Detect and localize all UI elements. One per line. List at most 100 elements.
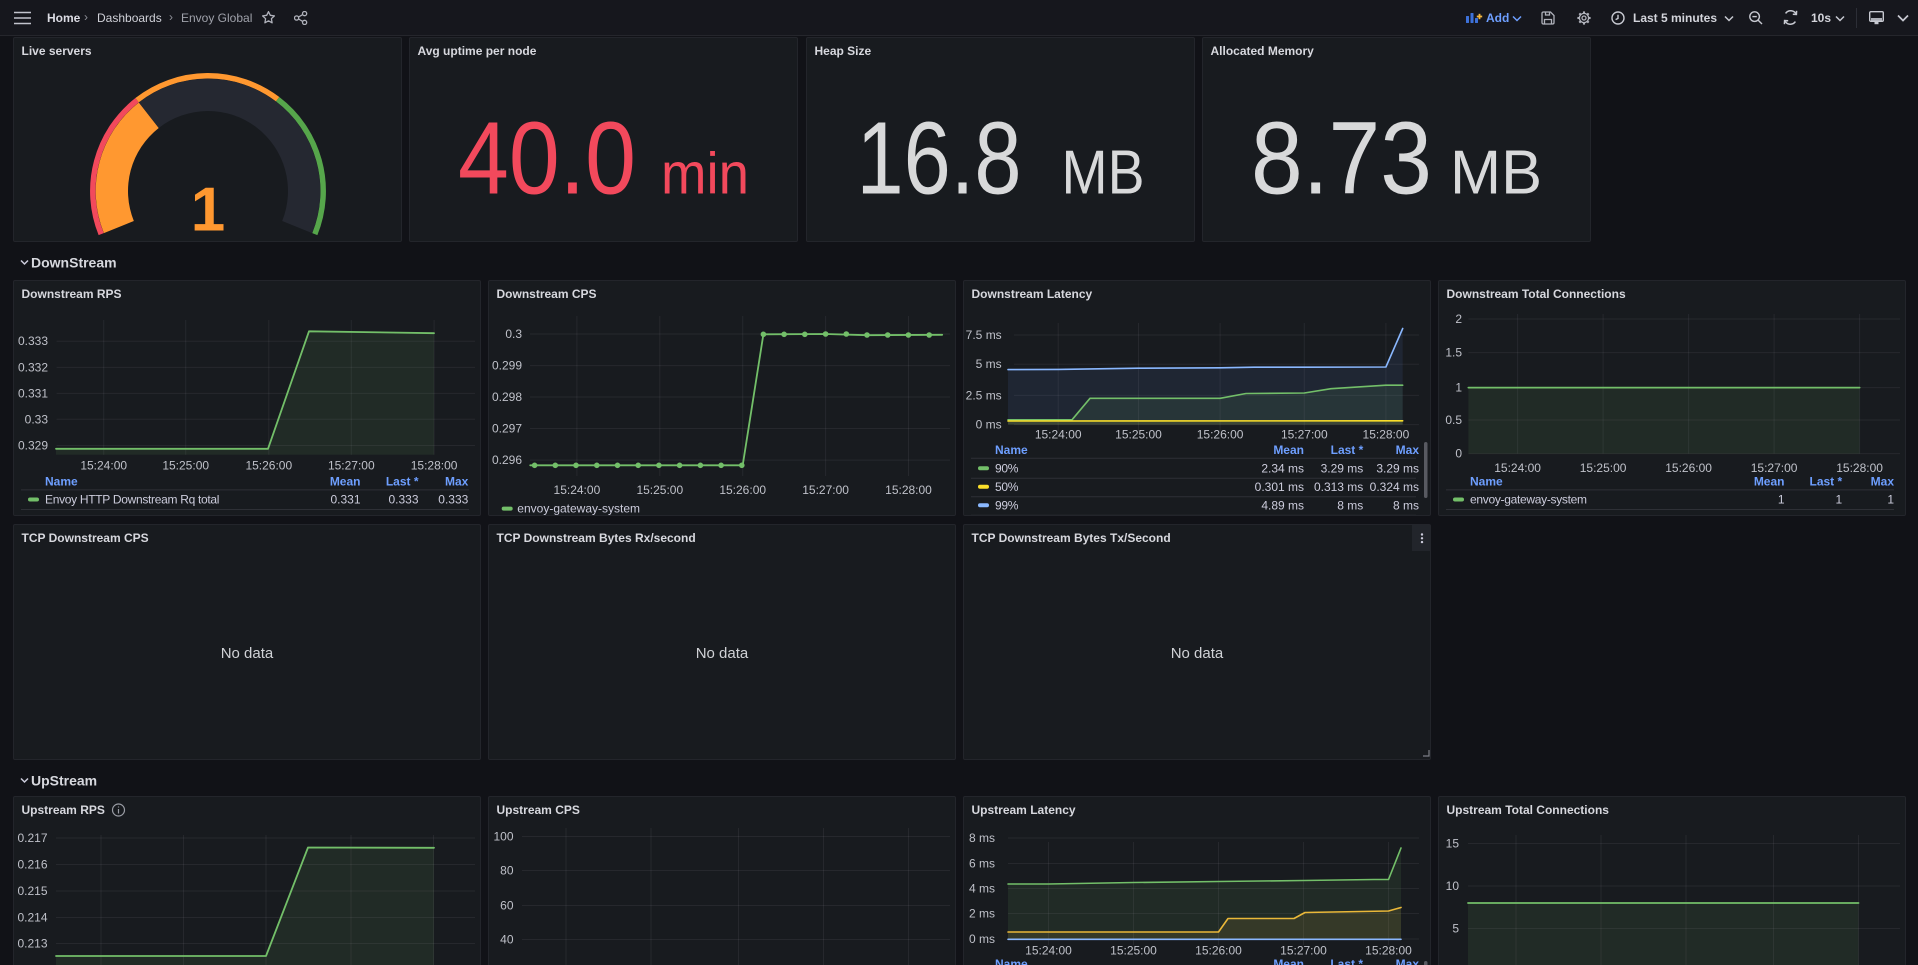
- svg-text:40: 40: [500, 933, 514, 947]
- svg-text:Max: Max: [445, 474, 469, 488]
- svg-text:15:27:00: 15:27:00: [1281, 428, 1328, 442]
- svg-text:0.213: 0.213: [17, 937, 47, 951]
- svg-text:0.301 ms: 0.301 ms: [1255, 480, 1304, 494]
- svg-text:15:27:00: 15:27:00: [802, 483, 849, 497]
- svg-text:0.332: 0.332: [18, 360, 48, 374]
- svg-text:15:24:00: 15:24:00: [1025, 944, 1072, 958]
- svg-text:1: 1: [1455, 381, 1462, 395]
- svg-text:4 ms: 4 ms: [969, 882, 995, 896]
- svg-text:16.8: 16.8: [857, 101, 1022, 216]
- svg-text:0.313 ms: 0.313 ms: [1314, 480, 1363, 494]
- svg-text:0 ms: 0 ms: [976, 418, 1002, 432]
- svg-text:0 ms: 0 ms: [969, 932, 995, 946]
- svg-text:15:24:00: 15:24:00: [80, 459, 127, 473]
- svg-text:envoy-gateway-system: envoy-gateway-system: [1470, 493, 1587, 507]
- svg-text:1.5: 1.5: [1445, 346, 1462, 360]
- svg-text:15:27:00: 15:27:00: [1280, 944, 1327, 958]
- svg-text:Upstream RPS: Upstream RPS: [22, 803, 105, 817]
- svg-text:0.329: 0.329: [18, 439, 48, 453]
- svg-text:Max: Max: [1396, 443, 1420, 457]
- svg-text:Downstream Total Connections: Downstream Total Connections: [1447, 287, 1626, 301]
- svg-text:8 ms: 8 ms: [1337, 498, 1363, 512]
- svg-text:DownStream: DownStream: [31, 255, 117, 271]
- svg-text:Downstream Latency: Downstream Latency: [972, 287, 1093, 301]
- svg-text:0.33: 0.33: [25, 412, 49, 426]
- svg-text:15:24:00: 15:24:00: [1494, 461, 1541, 475]
- svg-text:Allocated Memory: Allocated Memory: [1211, 44, 1315, 58]
- svg-text:80: 80: [500, 864, 514, 878]
- svg-text:15:27:00: 15:27:00: [1751, 461, 1798, 475]
- svg-text:2 ms: 2 ms: [969, 907, 995, 921]
- svg-text:99%: 99%: [995, 498, 1019, 512]
- svg-text:0.333: 0.333: [438, 493, 468, 507]
- svg-text:40.0: 40.0: [458, 101, 636, 216]
- svg-text:15:24:00: 15:24:00: [554, 483, 601, 497]
- svg-text:No data: No data: [221, 645, 274, 662]
- svg-text:6 ms: 6 ms: [969, 857, 995, 871]
- svg-text:15:26:00: 15:26:00: [1197, 428, 1244, 442]
- svg-text:TCP Downstream Bytes Tx/Second: TCP Downstream Bytes Tx/Second: [972, 531, 1171, 545]
- svg-text:0.214: 0.214: [17, 911, 47, 925]
- svg-text:Mean: Mean: [1273, 957, 1304, 965]
- svg-text:Live servers: Live servers: [22, 44, 92, 58]
- svg-text:Max: Max: [1396, 957, 1420, 965]
- svg-text:min: min: [661, 142, 749, 207]
- svg-text:15:28:00: 15:28:00: [1836, 461, 1883, 475]
- svg-text:90%: 90%: [995, 461, 1019, 475]
- svg-text:2.5 ms: 2.5 ms: [966, 388, 1002, 402]
- svg-text:10: 10: [1446, 879, 1460, 893]
- svg-text:Mean: Mean: [1273, 443, 1304, 457]
- svg-text:Upstream Latency: Upstream Latency: [972, 803, 1076, 817]
- svg-text:15:25:00: 15:25:00: [162, 459, 209, 473]
- svg-text:No data: No data: [696, 645, 749, 662]
- svg-text:Downstream CPS: Downstream CPS: [497, 287, 597, 301]
- svg-text:Downstream RPS: Downstream RPS: [22, 287, 122, 301]
- svg-text:2: 2: [1455, 312, 1462, 326]
- svg-text:1: 1: [1887, 493, 1894, 507]
- svg-text:0.296: 0.296: [492, 453, 522, 467]
- svg-text:0.216: 0.216: [17, 858, 47, 872]
- svg-text:Max: Max: [1871, 474, 1895, 488]
- svg-text:5: 5: [1452, 922, 1459, 936]
- svg-text:5 ms: 5 ms: [976, 357, 1002, 371]
- svg-text:MB: MB: [1062, 139, 1145, 208]
- svg-text:15: 15: [1446, 837, 1460, 851]
- svg-text:Name: Name: [45, 474, 78, 488]
- svg-text:15:26:00: 15:26:00: [245, 459, 292, 473]
- svg-text:3.29 ms: 3.29 ms: [1376, 461, 1419, 475]
- svg-text:UpStream: UpStream: [31, 773, 97, 789]
- svg-text:Last *: Last *: [1330, 957, 1363, 965]
- svg-text:TCP Downstream Bytes Rx/second: TCP Downstream Bytes Rx/second: [497, 531, 696, 545]
- svg-text:15:24:00: 15:24:00: [1035, 428, 1082, 442]
- svg-text:0.333: 0.333: [18, 334, 48, 348]
- svg-text:Name: Name: [1470, 474, 1503, 488]
- svg-text:15:26:00: 15:26:00: [1195, 944, 1242, 958]
- svg-text:MB: MB: [1450, 139, 1542, 208]
- svg-text:Heap Size: Heap Size: [815, 44, 872, 58]
- svg-text:8.73: 8.73: [1251, 101, 1432, 216]
- svg-text:8 ms: 8 ms: [1393, 498, 1419, 512]
- svg-text:3.29 ms: 3.29 ms: [1321, 461, 1364, 475]
- svg-text:0.298: 0.298: [492, 390, 522, 404]
- svg-text:TCP Downstream CPS: TCP Downstream CPS: [22, 531, 149, 545]
- svg-text:1: 1: [1778, 493, 1785, 507]
- svg-text:Mean: Mean: [330, 474, 361, 488]
- svg-text:15:25:00: 15:25:00: [1115, 428, 1162, 442]
- svg-text:Last *: Last *: [1331, 443, 1364, 457]
- svg-text:Name: Name: [995, 443, 1028, 457]
- svg-text:Avg uptime per node: Avg uptime per node: [418, 44, 537, 58]
- svg-text:15:28:00: 15:28:00: [411, 459, 458, 473]
- svg-text:Name: Name: [995, 957, 1028, 965]
- svg-text:100: 100: [493, 830, 513, 844]
- svg-text:0.215: 0.215: [17, 884, 47, 898]
- svg-text:0.324 ms: 0.324 ms: [1370, 480, 1419, 494]
- svg-text:0.331: 0.331: [330, 493, 360, 507]
- svg-text:0.299: 0.299: [492, 359, 522, 373]
- svg-text:No data: No data: [1171, 645, 1224, 662]
- svg-text:Last *: Last *: [1810, 474, 1843, 488]
- svg-text:4.89 ms: 4.89 ms: [1261, 498, 1304, 512]
- svg-text:0.217: 0.217: [17, 831, 47, 845]
- svg-text:15:28:00: 15:28:00: [885, 483, 932, 497]
- svg-text:60: 60: [500, 899, 514, 913]
- svg-text:15:25:00: 15:25:00: [636, 483, 683, 497]
